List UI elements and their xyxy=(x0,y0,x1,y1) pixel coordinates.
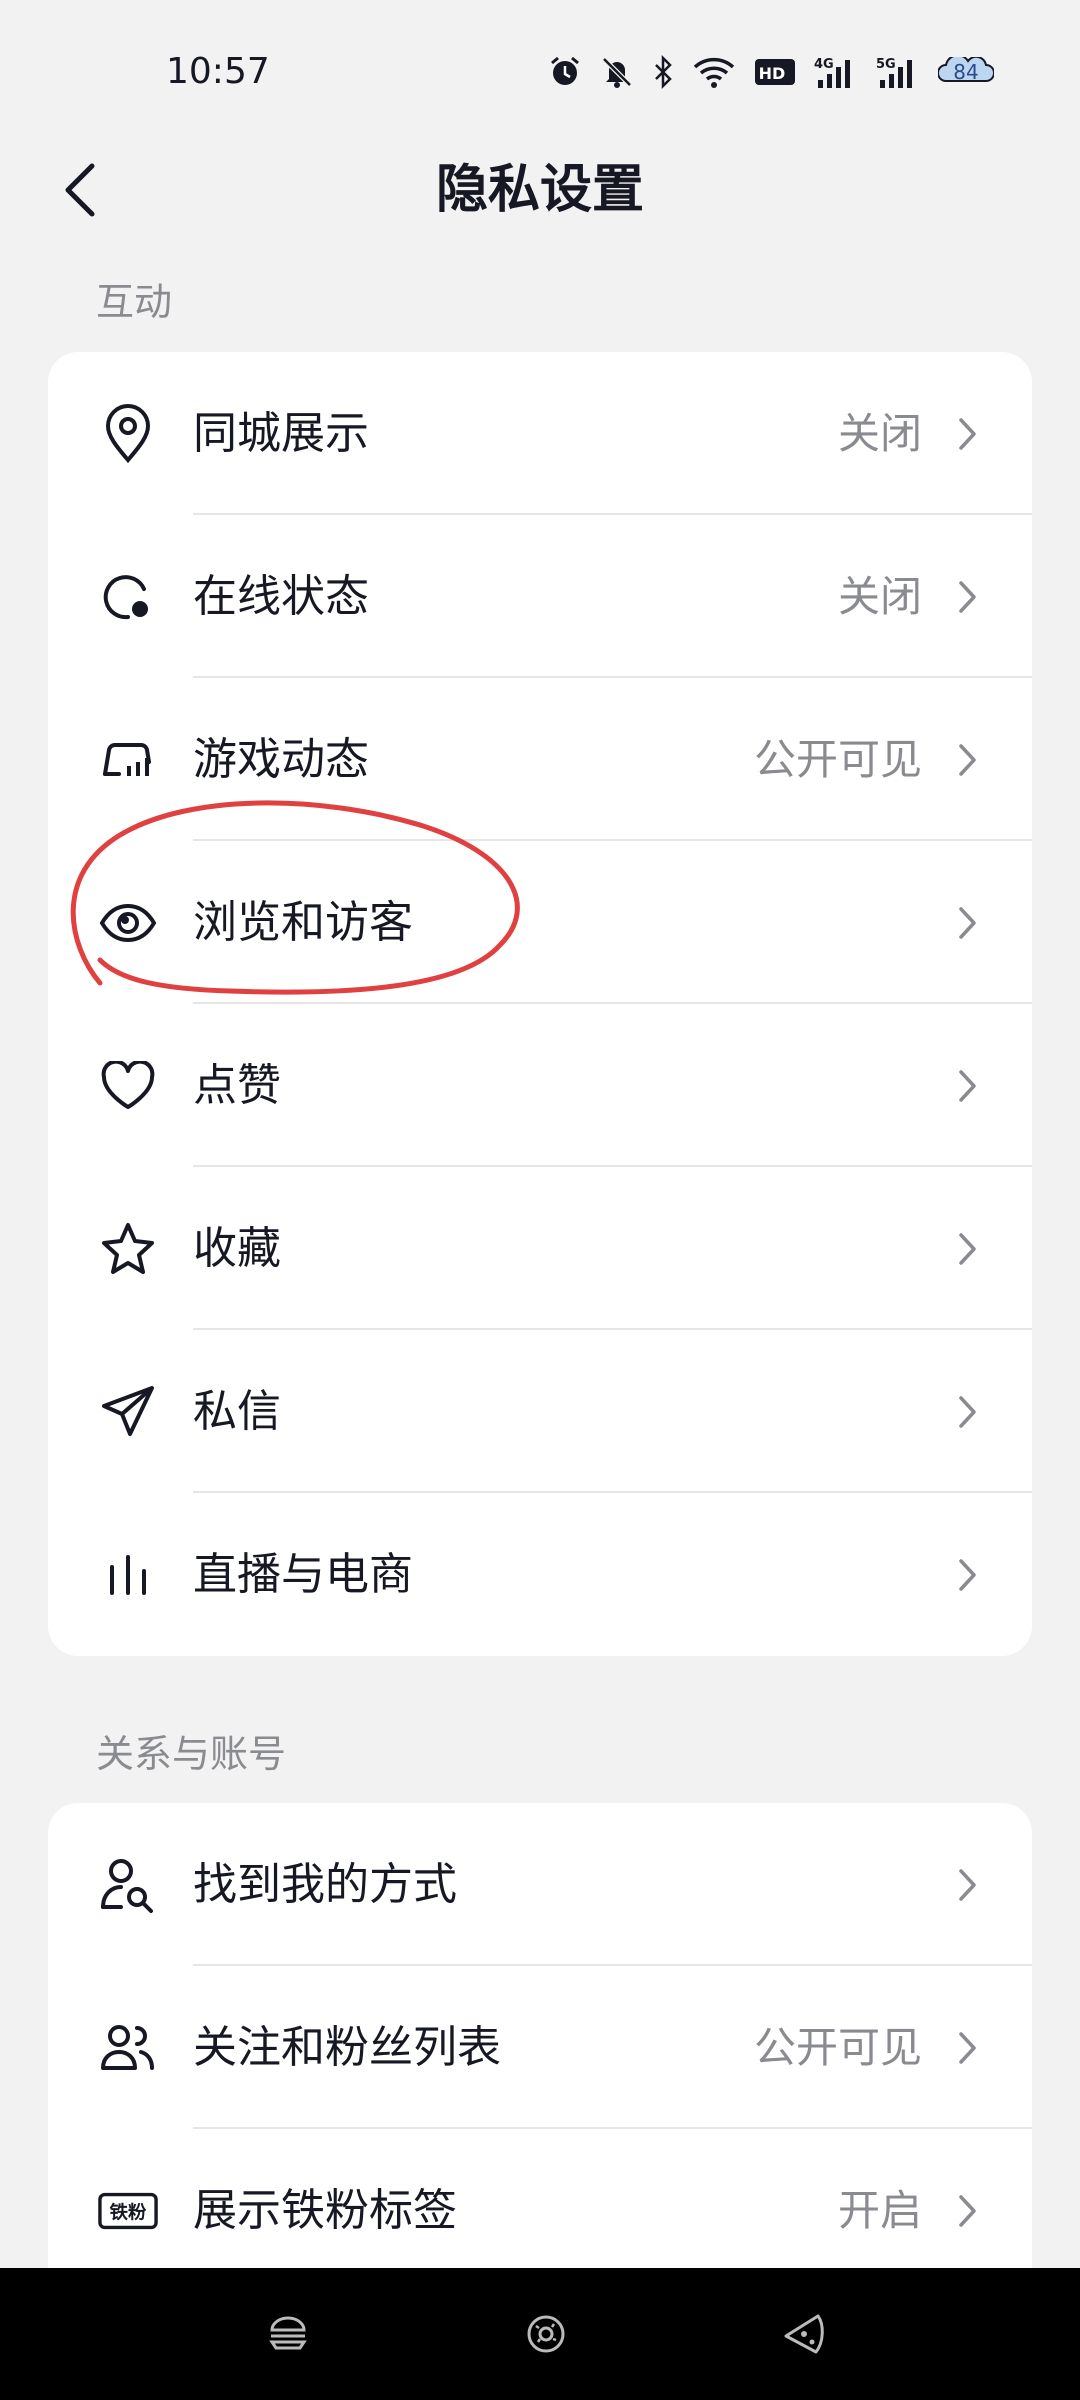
row-nearby-display[interactable]: 同城展示 关闭 xyxy=(48,352,1032,515)
status-bar: 10:57 HD 4G 5G 84 xyxy=(0,0,1080,140)
row-label: 直播与电商 xyxy=(193,1548,413,1600)
row-label: 私信 xyxy=(193,1385,281,1437)
row-following-followers[interactable]: 关注和粉丝列表 公开可见 xyxy=(48,1966,1032,2129)
star-icon xyxy=(98,1219,158,1279)
signal-4g-icon: 4G xyxy=(814,57,850,88)
nav-back-button[interactable] xyxy=(780,2310,828,2358)
chevron-right-icon xyxy=(952,1227,982,1271)
row-label: 点赞 xyxy=(193,1059,281,1111)
battery-level: 84 xyxy=(953,60,979,84)
row-label: 游戏动态 xyxy=(193,733,369,785)
live-bars-icon xyxy=(98,1545,158,1605)
row-find-me[interactable]: 找到我的方式 xyxy=(48,1803,1032,1966)
row-label: 同城展示 xyxy=(193,407,369,459)
nav-menu-button[interactable] xyxy=(264,2310,312,2358)
find-person-icon xyxy=(98,1855,158,1915)
paper-plane-icon xyxy=(98,1382,158,1442)
row-label: 关注和粉丝列表 xyxy=(193,2021,501,2073)
users-icon xyxy=(98,2018,158,2078)
location-pin-icon xyxy=(98,403,158,464)
row-favorites[interactable]: 收藏 xyxy=(48,1167,1032,1330)
pizza-slice-icon xyxy=(784,2314,824,2354)
row-live-commerce[interactable]: 直播与电商 xyxy=(48,1493,1032,1656)
row-label: 展示铁粉标签 xyxy=(193,2184,457,2236)
status-icons: HD 4G 5G 84 xyxy=(548,50,994,94)
bluetooth-icon xyxy=(655,55,672,89)
iron-fan-badge-icon: 铁粉 xyxy=(98,2181,158,2241)
row-value: 公开可见 xyxy=(753,734,922,784)
section-title-relations: 关系与账号 xyxy=(96,1732,287,1776)
chevron-right-icon xyxy=(952,1553,982,1597)
row-game-activity[interactable]: 游戏动态 公开可见 xyxy=(48,678,1032,841)
chevron-right-icon xyxy=(952,575,982,619)
row-iron-fan-tag[interactable]: 铁粉 展示铁粉标签 开启 xyxy=(48,2129,1032,2268)
chevron-right-icon xyxy=(952,901,982,945)
row-online-status[interactable]: 在线状态 关闭 xyxy=(48,515,1032,678)
game-controller-icon xyxy=(98,730,158,790)
chevron-right-icon xyxy=(952,1390,982,1434)
page-title: 隐私设置 xyxy=(435,160,644,220)
wifi-icon xyxy=(693,57,735,88)
chevron-right-icon xyxy=(952,2026,982,2070)
alarm-icon xyxy=(551,56,579,85)
row-value: 关闭 xyxy=(837,408,922,458)
chevron-right-icon xyxy=(952,1863,982,1907)
heart-icon xyxy=(98,1056,158,1116)
svg-text:HD: HD xyxy=(759,64,786,83)
hd-icon: HD xyxy=(755,59,795,85)
row-label: 收藏 xyxy=(193,1222,281,1274)
chevron-right-icon xyxy=(952,2189,982,2233)
system-nav-bar xyxy=(0,2268,1080,2400)
row-value: 关闭 xyxy=(837,571,922,621)
chevron-right-icon xyxy=(952,412,982,456)
interaction-card: 同城展示 关闭 在线状态 关闭 游戏动态 公开可见 浏览和访客 点赞 收藏 私信… xyxy=(48,352,1032,1656)
row-value: 开启 xyxy=(837,2185,922,2235)
row-browse-visitors[interactable]: 浏览和访客 xyxy=(48,841,1032,1004)
row-label: 在线状态 xyxy=(193,570,369,622)
eye-icon xyxy=(98,893,158,953)
burger-icon xyxy=(269,2316,307,2350)
chevron-right-icon xyxy=(952,738,982,782)
battery-icon: 84 xyxy=(938,57,994,87)
svg-text:5G: 5G xyxy=(876,57,896,72)
row-likes[interactable]: 点赞 xyxy=(48,1004,1032,1167)
nav-home-button[interactable] xyxy=(522,2310,570,2358)
section-title-interaction: 互动 xyxy=(96,280,173,324)
nav-bar: 隐私设置 xyxy=(0,140,1080,240)
relations-card: 找到我的方式 关注和粉丝列表 公开可见 铁粉 展示铁粉标签 开启 xyxy=(48,1803,1032,2268)
chevron-right-icon xyxy=(952,1064,982,1108)
row-direct-messages[interactable]: 私信 xyxy=(48,1330,1032,1493)
donut-icon xyxy=(527,2315,565,2353)
row-label: 浏览和访客 xyxy=(193,896,413,948)
bell-off-icon xyxy=(602,57,632,88)
badge-text: 铁粉 xyxy=(110,2201,147,2223)
status-time: 10:57 xyxy=(166,51,270,92)
row-label: 找到我的方式 xyxy=(193,1858,457,1910)
svg-text:4G: 4G xyxy=(814,57,834,72)
signal-5g-icon: 5G xyxy=(876,57,912,88)
row-value: 公开可见 xyxy=(753,2022,922,2072)
online-status-icon xyxy=(98,567,158,627)
